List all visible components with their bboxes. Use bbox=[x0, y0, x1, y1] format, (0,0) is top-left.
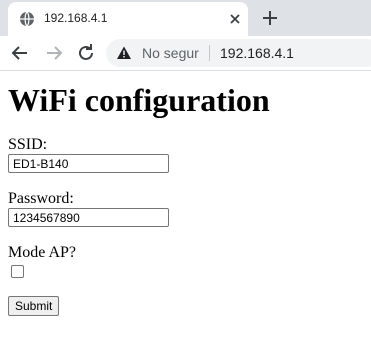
ssid-label: SSID: bbox=[8, 136, 48, 153]
new-tab-plus-icon[interactable] bbox=[258, 6, 282, 30]
page-content: WiFi configuration SSID: Password: Mode … bbox=[8, 70, 363, 316]
browser-toolbar: No segur 192.168.4.1 bbox=[0, 36, 371, 71]
password-label: Password: bbox=[8, 190, 74, 207]
password-input[interactable] bbox=[8, 208, 169, 227]
mode-ap-checkbox[interactable] bbox=[11, 265, 24, 278]
reload-icon[interactable] bbox=[74, 41, 98, 65]
globe-icon bbox=[20, 11, 34, 27]
tab-title: 192.168.4.1 bbox=[44, 11, 108, 25]
tab-strip: 192.168.4.1 bbox=[0, 0, 371, 36]
security-status-label[interactable]: No segur bbox=[142, 45, 199, 61]
forward-arrow-icon[interactable] bbox=[42, 41, 66, 65]
page-title: WiFi configuration bbox=[8, 82, 270, 118]
close-icon[interactable] bbox=[226, 10, 244, 28]
address-bar[interactable]: No segur 192.168.4.1 bbox=[106, 39, 371, 67]
submit-button[interactable]: Submit bbox=[8, 296, 60, 316]
omnibox-divider bbox=[209, 45, 210, 61]
ssid-input[interactable] bbox=[8, 154, 169, 173]
browser-tab[interactable]: 192.168.4.1 bbox=[8, 2, 248, 36]
warning-triangle-icon[interactable] bbox=[116, 45, 132, 61]
mode-ap-label: Mode AP? bbox=[8, 244, 76, 261]
back-arrow-icon[interactable] bbox=[8, 41, 32, 65]
url-text[interactable]: 192.168.4.1 bbox=[220, 45, 294, 61]
